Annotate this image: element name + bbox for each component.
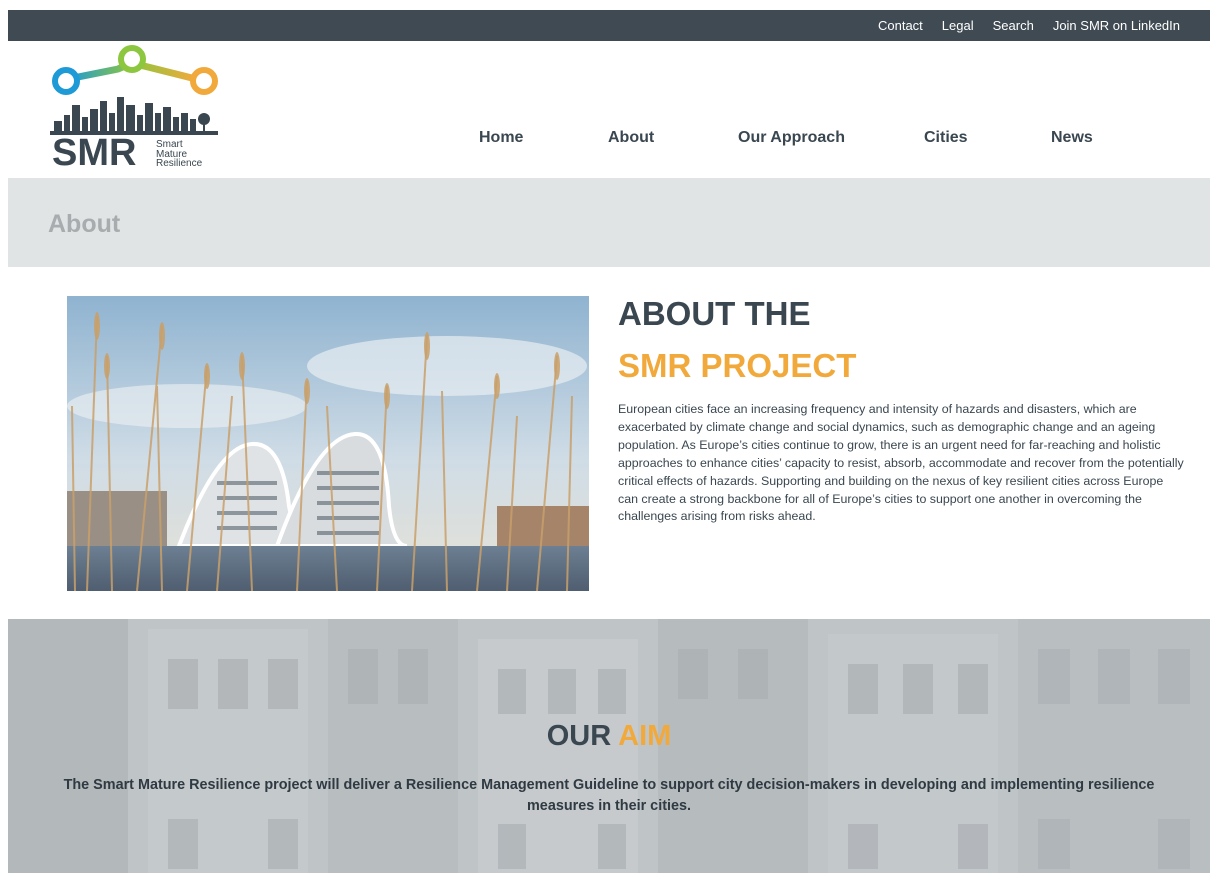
aim-heading-part2: AIM — [618, 720, 672, 752]
about-heading-line1: ABOUT THE — [618, 295, 811, 332]
about-heading-line2: SMR PROJECT — [618, 347, 857, 384]
logo-subtitle-line: Resilience — [156, 158, 203, 169]
nav-item-our-approach[interactable]: Our Approach — [738, 129, 845, 147]
topbar-link-linkedin[interactable]: Join SMR on LinkedIn — [1053, 18, 1180, 33]
topbar-link-legal[interactable]: Legal — [942, 18, 974, 33]
page: Contact Legal Search Join SMR on LinkedI… — [8, 10, 1210, 873]
site-header: SMR Smart Mature Resilience Home About O… — [8, 41, 1210, 178]
topbar-link-contact[interactable]: Contact — [878, 18, 923, 33]
aim-section: OUR AIM The Smart Mature Resilience proj… — [8, 619, 1210, 873]
aim-heading-part1: OUR — [546, 720, 612, 752]
about-photo — [67, 296, 589, 591]
nav-item-news[interactable]: News — [1051, 129, 1093, 147]
main-nav: Home About Our Approach Cities News — [8, 129, 1210, 149]
about-section: ABOUT THE SMR PROJECT European cities fa… — [8, 267, 1210, 619]
nav-item-about[interactable]: About — [608, 129, 654, 147]
about-body-text: European cities face an increasing frequ… — [618, 402, 1184, 524]
logo-network-icon — [50, 45, 218, 135]
page-title: About — [48, 210, 121, 238]
topbar-link-search[interactable]: Search — [993, 18, 1034, 33]
top-utility-bar: Contact Legal Search Join SMR on LinkedI… — [8, 10, 1210, 41]
page-title-band: About — [8, 178, 1210, 267]
nav-item-cities[interactable]: Cities — [924, 129, 968, 147]
aim-heading: OUR AIM — [8, 720, 1210, 753]
aim-body-text: The Smart Mature Resilience project will… — [63, 777, 1155, 814]
smr-logo[interactable]: SMR Smart Mature Resilience — [46, 43, 224, 175]
nav-item-home[interactable]: Home — [479, 129, 523, 147]
